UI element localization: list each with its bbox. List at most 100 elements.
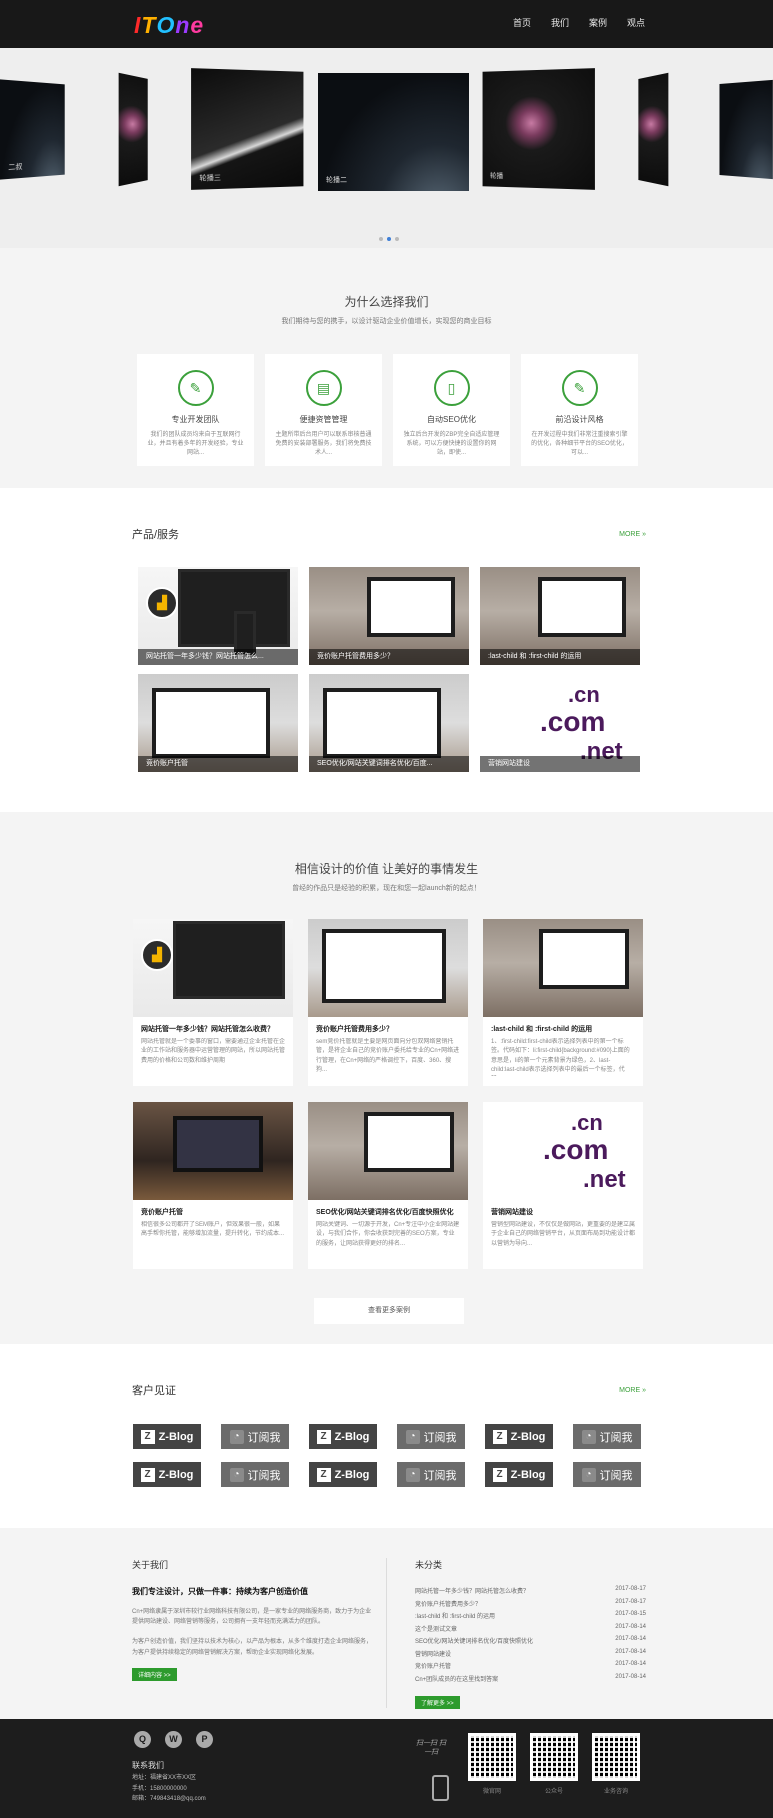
carousel: 二叔 轮播三 轮播二 轮播 — [0, 48, 773, 248]
news-item[interactable]: 这个是测试文章 2017-08-14 — [415, 1624, 646, 1637]
news-item[interactable]: 营销网站建设 2017-08-14 — [415, 1649, 646, 1662]
slide-active[interactable]: 轮播二 — [318, 73, 469, 191]
case-title[interactable]: SEO优化/网站关键词排名优化/百度快照优化 — [316, 1207, 460, 1217]
document-icon: ▤ — [305, 370, 342, 406]
client-logo[interactable]: Z Z-Blog — [485, 1462, 553, 1487]
zblog-icon: Z — [316, 1467, 331, 1482]
slide-left[interactable]: 轮播三 — [191, 68, 304, 190]
client-logo[interactable]: Z Z-Blog — [133, 1424, 201, 1449]
client-logo[interactable]: Z Z-Blog — [309, 1424, 377, 1449]
case-title[interactable]: 网站托管一年多少钱？网站托管怎么收费？ — [141, 1024, 285, 1034]
mobile-icon — [432, 1775, 449, 1801]
news-item-date: 2017-08-14 — [615, 1661, 646, 1667]
qq-icon[interactable]: Q — [134, 1731, 151, 1748]
product-caption: :last-child 和 :first-child 的运用 — [480, 649, 640, 665]
slide-right[interactable]: 轮播 — [482, 68, 595, 190]
zblog-icon: Z — [140, 1429, 155, 1444]
news-item-title: 网站托管一年多少钱？网站托管怎么收费？ — [415, 1589, 530, 1595]
why-subtitle: 我们期待与您的携手，以设计驱动企业价值增长，实现您的商业目标 — [281, 318, 492, 325]
news-item[interactable]: :last-child 和 :first-child 的运用 2017-08-15 — [415, 1611, 646, 1624]
feature-card[interactable]: ✎ 前沿设计风格 在开发过程中我们非常注重搜索引擎的优化，各种细节平台的SEO优… — [521, 354, 638, 466]
client-logo-label: Z-Blog — [158, 1468, 194, 1481]
contact-address: 地址：福建省XX市XX区 — [132, 1775, 197, 1781]
feature-card[interactable]: ▤ 便捷资管管理 主题所带后台用户可以联系审核普通免费的安装部署服务，我们将免费… — [265, 354, 382, 466]
nav-home[interactable]: 首页 — [513, 16, 531, 29]
client-logo[interactable]: ◔ 订阅我 — [221, 1424, 289, 1449]
nav-cases[interactable]: 案例 — [589, 16, 607, 29]
carousel-dot[interactable] — [379, 237, 383, 241]
news-item[interactable]: SEO优化/网站关键词排名优化/百度快照优化 2017-08-14 — [415, 1636, 646, 1649]
product-item[interactable]: 竞价账户托管 — [138, 674, 298, 772]
news-item[interactable]: 竞价账户托管费用多少？ 2017-08-17 — [415, 1599, 646, 1612]
carousel-dot[interactable] — [395, 237, 399, 241]
feature-desc: 独立后台开发的ZBP完全自适应管理系统，可以方便快捷的设置你的网站，即使... — [403, 432, 500, 456]
case-title[interactable]: 竞价账户托管费用多少？ — [316, 1024, 460, 1034]
nav-views[interactable]: 观点 — [627, 16, 645, 29]
case-desc: sem竞价托管就是主要是网页面向分包双网络营销托管，是将企业自己的竞价账户委托给… — [316, 1039, 460, 1073]
carousel-dot-active[interactable] — [387, 237, 391, 241]
client-logo[interactable]: ◔ 订阅我 — [573, 1462, 641, 1487]
about-section: 关于我们 我们专注设计，只做一件事：持续为客户创造价值 Cn+网络隶属于深圳市较… — [0, 1528, 773, 1722]
more-cases-button[interactable]: 查看更多案例 — [314, 1298, 464, 1324]
feature-desc: 在开发过程中我们非常注重搜索引擎的优化，各种细节平台的SEO优化，可以... — [531, 432, 628, 456]
qrcode-consult: 业务咨询 — [592, 1733, 640, 1795]
zblog-icon: Z — [492, 1429, 507, 1444]
carousel-dots — [379, 237, 399, 241]
slide-right-mid[interactable] — [638, 72, 669, 187]
chart-icon: ▟ — [146, 587, 178, 619]
feature-desc: 我们的团队成员均来自于互联网行业，并且有着多年的开发经验，专业网站... — [147, 432, 244, 456]
client-logo[interactable]: ◔ 订阅我 — [221, 1462, 289, 1487]
case-card[interactable]: SEO优化/网站关键词排名优化/百度快照优化 网站关键词、一切源于开发，Cn+专… — [308, 1102, 468, 1269]
products-more-link[interactable]: MORE » — [619, 531, 646, 538]
case-card[interactable]: 竞价账户托管 相信很多公司都开了SEM账户，但效果很一般，如果高手帮你托管，能够… — [133, 1102, 293, 1269]
news-item-date: 2017-08-17 — [615, 1586, 646, 1592]
case-card[interactable]: .cn .com .net 营销网站建设 营销型网站建设，不仅仅是做网站，更重要… — [483, 1102, 643, 1269]
product-item[interactable]: :last-child 和 :first-child 的运用 — [480, 567, 640, 665]
client-logo[interactable]: ◔ 订阅我 — [397, 1424, 465, 1449]
case-title[interactable]: 竞价账户托管 — [141, 1207, 285, 1217]
feature-card[interactable]: ✎ 专业开发团队 我们的团队成员均来自于互联网行业，并且有着多年的开发经验，专业… — [137, 354, 254, 466]
clients-more-link[interactable]: MORE » — [619, 1387, 646, 1394]
news-item[interactable]: 网站托管一年多少钱？网站托管怎么收费？ 2017-08-17 — [415, 1586, 646, 1599]
product-item[interactable]: .cn .com .net 营销网站建设 — [480, 674, 640, 772]
cases-subtitle: 曾经的作品只是经验的积累，现在和您一起launch新的起点！ — [292, 885, 481, 892]
case-card[interactable]: :last-child 和 :first-child 的运用 1、:first-… — [483, 919, 643, 1086]
about-details-button[interactable]: 详细内容 >> — [132, 1667, 177, 1681]
product-item[interactable]: SEO优化/网站关键词排名优化/百度... — [309, 674, 469, 772]
paypal-icon[interactable]: P — [196, 1731, 213, 1748]
slide-right-far[interactable] — [719, 79, 773, 180]
case-card[interactable]: 竞价账户托管费用多少？ sem竞价托管就是主要是网页面向分包双网络营销托管，是将… — [308, 919, 468, 1086]
product-caption: 竞价账户托管费用多少？ — [309, 649, 469, 665]
about-paragraph: Cn+网络隶属于深圳市较行业网络科技有限公司，是一家专业的网络服务商，致力于为企… — [132, 1609, 372, 1626]
case-title[interactable]: :last-child 和 :first-child 的运用 — [491, 1024, 635, 1034]
case-card[interactable]: ▟ 网站托管一年多少钱？网站托管怎么收费？ 网站托管就是一个委事的窗口，需要通过… — [133, 919, 293, 1086]
contact-phone: 手机：15800000000 — [132, 1785, 187, 1792]
news-item-date: 2017-08-17 — [615, 1598, 646, 1605]
news-item[interactable]: Cn+团队成员的在这里找到答案 2017-08-14 — [415, 1674, 646, 1687]
news-item[interactable]: 竞价账户托管 2017-08-14 — [415, 1661, 646, 1674]
weibo-icon[interactable]: W — [165, 1731, 182, 1748]
client-logo[interactable]: Z Z-Blog — [309, 1462, 377, 1487]
case-title[interactable]: 营销网站建设 — [491, 1207, 635, 1217]
rss-icon: ◔ — [229, 1429, 244, 1444]
client-logo-label: 订阅我 — [247, 1469, 281, 1482]
news-item-title: :last-child 和 :first-child 的运用 — [415, 1614, 496, 1620]
client-logo[interactable]: ◔ 订阅我 — [573, 1424, 641, 1449]
clients-section: 客户见证 MORE » Z Z-Blog ◔ 订阅我 Z Z-Blog ◔ 订阅我 ZZ… — [0, 1344, 773, 1528]
feature-card[interactable]: ▯ 自动SEO优化 独立后台开发的ZBP完全自适应管理系统，可以方便快捷的设置你… — [393, 354, 510, 466]
site-logo[interactable]: ITOne — [134, 12, 204, 39]
news-item-title: 这个是测试文章 — [415, 1626, 458, 1633]
product-item[interactable]: 竞价账户托管费用多少？ — [309, 567, 469, 665]
client-logo[interactable]: ◔ 订阅我 — [397, 1462, 465, 1487]
slide-left-mid[interactable] — [118, 72, 148, 187]
client-logo[interactable]: Z Z-Blog — [133, 1462, 201, 1487]
product-caption: 竞价账户托管 — [138, 756, 298, 772]
client-logo[interactable]: Z Z-Blog — [485, 1424, 553, 1449]
about-title: 关于我们 — [132, 1560, 169, 1570]
main-nav: 首页 我们 案例 观点 — [513, 16, 645, 29]
nav-about[interactable]: 我们 — [551, 16, 569, 29]
product-item[interactable]: ▟ 网站托管一年多少钱？网站托管怎么... — [138, 567, 298, 665]
news-more-button[interactable]: 了解更多 >> — [415, 1696, 460, 1709]
slide-left-far[interactable]: 二叔 — [0, 79, 65, 180]
news-list: 网站托管一年多少钱？网站托管怎么收费？ 2017-08-17 竞价账户托管费用多少… — [415, 1586, 646, 1686]
